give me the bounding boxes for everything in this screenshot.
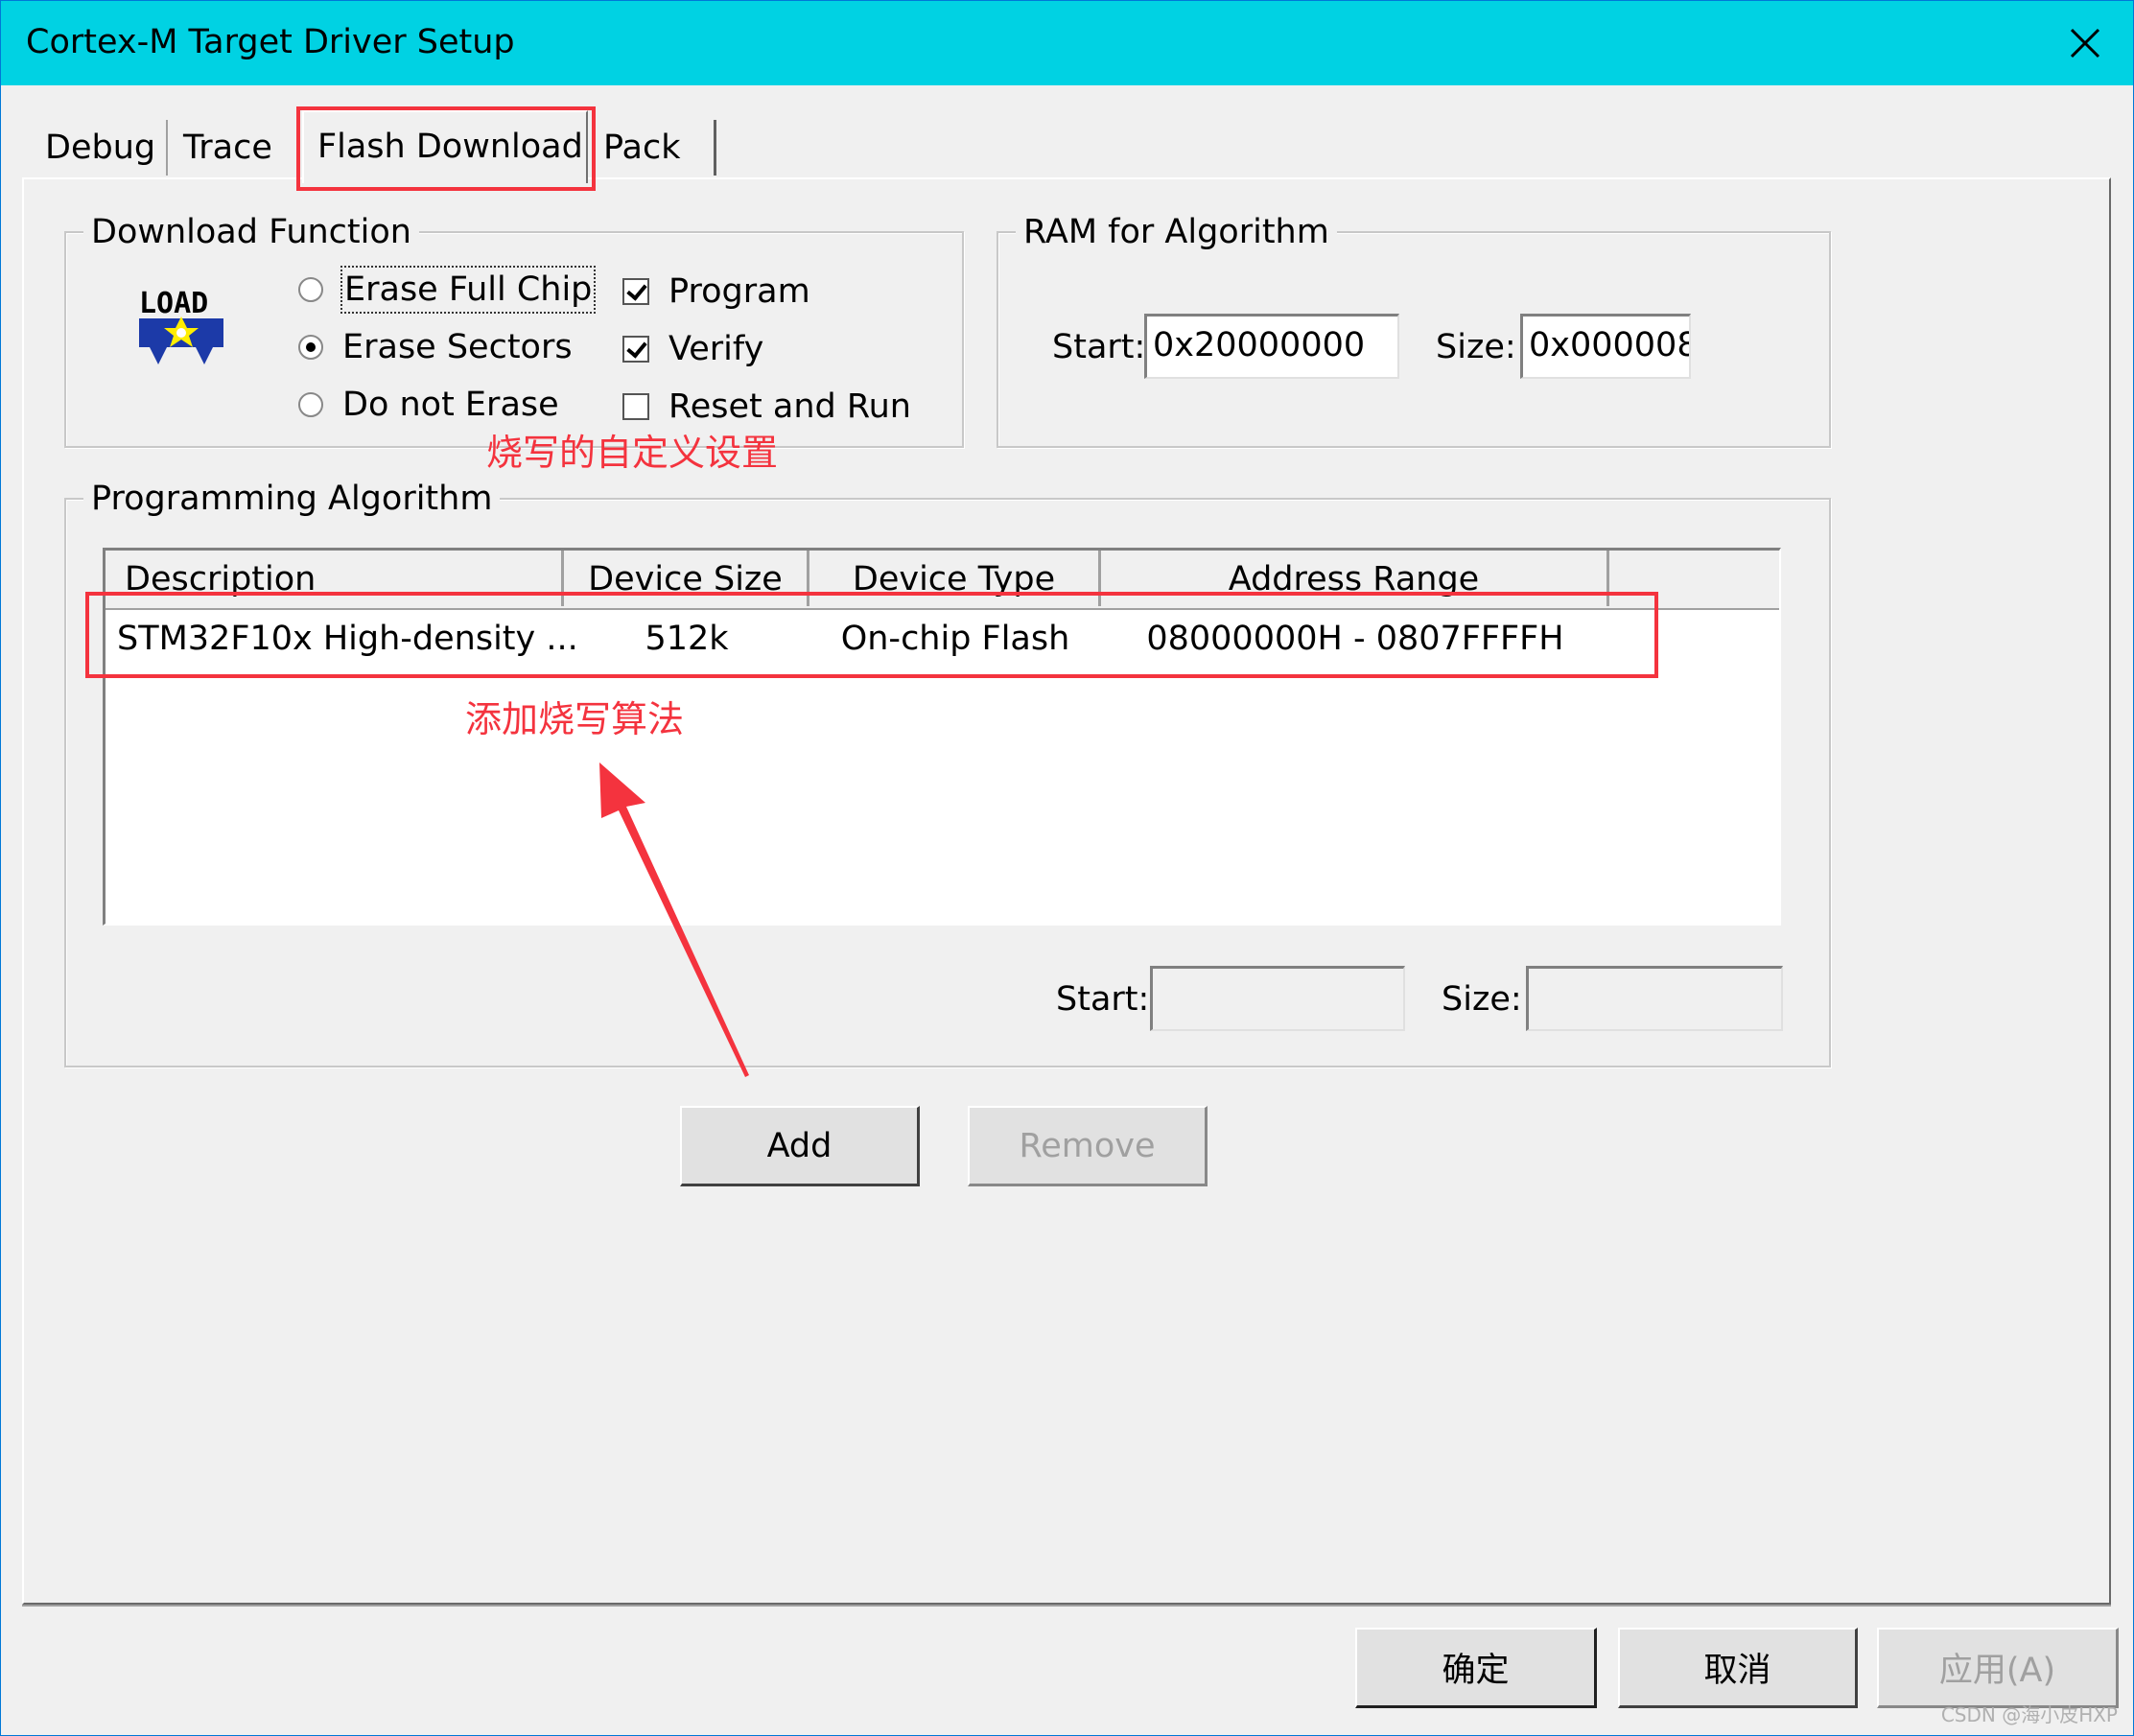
tab-flash-download[interactable]: Flash Download: [302, 110, 588, 183]
ram-size-label: Size:: [1436, 328, 1516, 366]
ram-start-input[interactable]: 0x20000000: [1144, 314, 1399, 379]
dialog-window: Cortex-M Target Driver Setup Debug Trace…: [0, 0, 2134, 1736]
title-bar[interactable]: Cortex-M Target Driver Setup: [1, 1, 2133, 85]
erase-full-chip-label: Erase Full Chip: [340, 266, 597, 314]
erase-full-chip-option[interactable]: Erase Full Chip: [298, 266, 597, 314]
column-header-device-size[interactable]: Device Size: [564, 551, 809, 606]
annotation-settings-note: 烧写的自定义设置: [486, 432, 779, 474]
row-description: STM32F10x High-density ...: [117, 620, 578, 658]
table-header: Description Device Size Device Type Addr…: [106, 551, 1779, 610]
cancel-button[interactable]: 取消: [1618, 1628, 1858, 1708]
ram-start-label: Start:: [1052, 328, 1146, 366]
load-icon: LOAD: [139, 287, 223, 364]
add-button[interactable]: Add: [680, 1106, 920, 1186]
column-header-address-range[interactable]: Address Range: [1101, 551, 1609, 606]
close-button[interactable]: [2037, 1, 2133, 85]
tab-trace[interactable]: Trace: [170, 120, 298, 176]
verify-option[interactable]: Verify: [622, 327, 763, 371]
row-address-range: 08000000H - 0807FFFFH: [1146, 620, 1564, 658]
reset-and-run-label: Reset and Run: [668, 387, 911, 426]
algo-size-input[interactable]: [1526, 966, 1783, 1031]
verify-checkbox[interactable]: [622, 336, 649, 363]
ok-button[interactable]: 确定: [1355, 1628, 1597, 1708]
row-device-type: On-chip Flash: [840, 620, 1070, 658]
annotation-add-algorithm-note: 添加烧写算法: [465, 698, 685, 740]
program-option[interactable]: Program: [622, 270, 810, 314]
column-header-device-type[interactable]: Device Type: [809, 551, 1101, 606]
window-title: Cortex-M Target Driver Setup: [26, 23, 515, 61]
reset-and-run-checkbox[interactable]: [622, 393, 649, 420]
close-icon: [2070, 28, 2100, 59]
do-not-erase-radio[interactable]: [298, 392, 323, 417]
ram-for-algorithm-legend: RAM for Algorithm: [1016, 210, 1337, 254]
footer-divider: [22, 1605, 2111, 1607]
tab-pack[interactable]: Pack: [590, 120, 716, 176]
watermark: CSDN @海小皮HXP: [1940, 1703, 2118, 1726]
do-not-erase-option[interactable]: Do not Erase: [298, 383, 559, 427]
remove-button[interactable]: Remove: [968, 1106, 1208, 1186]
programming-algorithm-legend: Programming Algorithm: [83, 477, 501, 521]
tab-debug[interactable]: Debug: [32, 120, 168, 176]
svg-text:LOAD: LOAD: [139, 287, 208, 320]
program-checkbox[interactable]: [622, 278, 649, 305]
reset-and-run-option[interactable]: Reset and Run: [622, 385, 911, 429]
algo-size-label: Size:: [1442, 980, 1522, 1019]
do-not-erase-label: Do not Erase: [342, 386, 559, 424]
erase-full-chip-radio[interactable]: [298, 277, 323, 302]
column-header-description[interactable]: Description: [106, 551, 564, 606]
algorithm-table: Description Device Size Device Type Addr…: [103, 548, 1781, 926]
algo-start-input[interactable]: [1150, 966, 1405, 1031]
download-function-legend: Download Function: [83, 210, 419, 254]
algo-start-label: Start:: [1056, 980, 1150, 1019]
program-label: Program: [668, 272, 810, 311]
row-device-size: 512k: [645, 620, 729, 658]
verify-label: Verify: [668, 330, 764, 368]
annotation-arrow-icon: [599, 762, 749, 1077]
apply-button[interactable]: 应用(A): [1877, 1628, 2119, 1708]
erase-sectors-radio[interactable]: [298, 335, 323, 360]
ram-size-input[interactable]: 0x000008: [1520, 314, 1691, 379]
erase-sectors-option[interactable]: Erase Sectors: [298, 325, 573, 369]
erase-sectors-label: Erase Sectors: [342, 328, 573, 366]
